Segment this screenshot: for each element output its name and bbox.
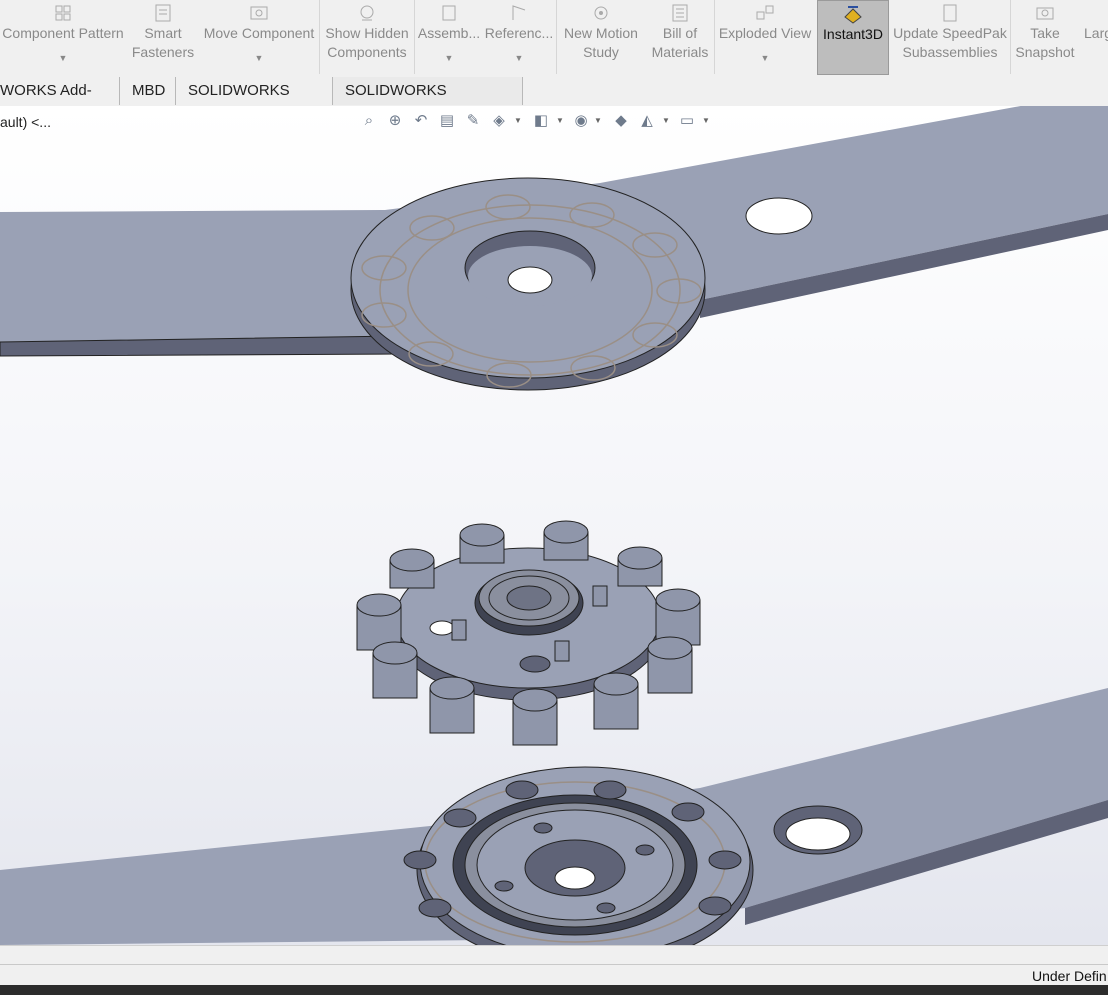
bom-icon (646, 2, 714, 24)
graphics-area[interactable]: ault) <... ⌕ ⊕ ↶ ▤ ✎ ◈ ▼ ◧ ▼ ◉ ▼ ◆ ◭ ▼ ▭… (0, 106, 1108, 945)
reference-geometry-button[interactable]: Referenc... ▼ (484, 0, 554, 74)
command-manager-ribbon: Component Pattern ▼ Smart Fasteners Move… (0, 0, 1108, 78)
top-arm-part[interactable] (0, 106, 1108, 391)
status-divider (0, 964, 1108, 965)
dropdown-arrow-icon[interactable]: ▼ (255, 49, 264, 68)
new-motion-study-button[interactable]: New Motion Study (558, 0, 644, 74)
instant3d-button[interactable]: Instant3D (817, 0, 889, 75)
tab-mbd[interactable]: MBD (120, 77, 176, 105)
tab-addins[interactable]: WORKS Add-Ins (0, 77, 120, 127)
dropdown-arrow-icon[interactable]: ▼ (761, 49, 770, 68)
reference-icon (484, 2, 554, 24)
command-manager-tabs: WORKS Add-Ins MBD SOLIDWORKS CAM SOLIDWO… (0, 77, 1108, 127)
move-component-button[interactable]: Move Component ▼ (200, 0, 318, 74)
taskbar-strip (0, 985, 1108, 995)
status-bar: Under Defin (0, 945, 1108, 986)
speedpak-icon (892, 2, 1008, 24)
ribbon-separator (319, 0, 320, 74)
ribbon-separator (1010, 0, 1011, 74)
assembly-button[interactable]: Assemb... ▼ (416, 0, 482, 74)
middle-rotor-part[interactable] (356, 520, 701, 746)
fastener-icon (126, 2, 200, 24)
exploded-icon (716, 2, 814, 24)
exploded-view-button[interactable]: Exploded View ▼ (716, 0, 814, 74)
bill-of-materials-button[interactable]: Bill of Materials (646, 0, 714, 74)
ribbon-separator (414, 0, 415, 74)
large-icon (1080, 2, 1108, 24)
component-pattern-button[interactable]: Component Pattern ▼ (0, 0, 126, 74)
dropdown-arrow-icon[interactable]: ▼ (515, 49, 524, 68)
large-design-review-button[interactable]: Larg (1080, 0, 1108, 74)
ribbon-separator (714, 0, 715, 74)
camera-icon (1012, 2, 1078, 24)
3d-model-scene[interactable] (0, 106, 1108, 945)
take-snapshot-button[interactable]: Take Snapshot (1012, 0, 1078, 74)
assembly-icon (416, 2, 482, 24)
tab-solidworks-inspection[interactable]: SOLIDWORKS Inspection (333, 77, 523, 127)
move-icon (200, 2, 318, 24)
dropdown-arrow-icon[interactable]: ▼ (59, 49, 68, 68)
instant3d-icon (818, 3, 888, 25)
dropdown-arrow-icon[interactable]: ▼ (445, 49, 454, 68)
update-speedpak-button[interactable]: Update SpeedPak Subassemblies (892, 0, 1008, 74)
status-definition-text: Under Defin (1032, 968, 1107, 984)
ribbon-separator (556, 0, 557, 74)
tab-solidworks-cam[interactable]: SOLIDWORKS CAM (176, 77, 333, 127)
motion-icon (558, 2, 644, 24)
show-hidden-components-button[interactable]: Show Hidden Components (322, 0, 412, 74)
smart-fasteners-button[interactable]: Smart Fasteners (126, 0, 200, 74)
show-hidden-icon (322, 2, 412, 24)
pattern-icon (0, 2, 126, 24)
